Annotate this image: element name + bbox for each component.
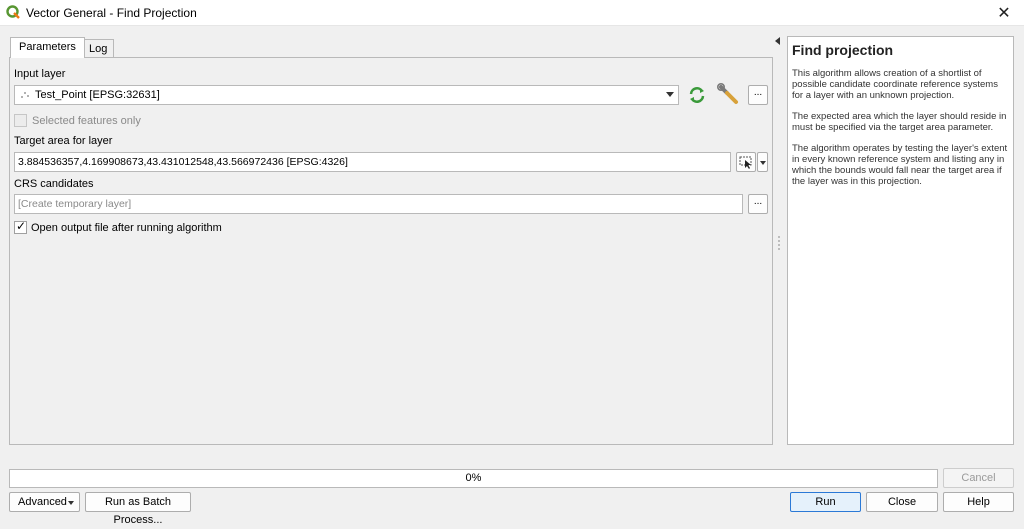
advanced-button-label: Advanced bbox=[18, 496, 67, 508]
input-layer-combo[interactable]: Test_Point [EPSG:32631] bbox=[14, 85, 679, 105]
title-bar: Vector General - Find Projection ✕ bbox=[0, 0, 1024, 26]
chevron-down-icon bbox=[666, 92, 674, 97]
wrench-icon[interactable] bbox=[716, 83, 740, 107]
parameters-panel: Input layer Test_Point [EPSG:32631] ... … bbox=[9, 57, 773, 445]
extent-menu-button[interactable] bbox=[757, 152, 768, 172]
progress-label: 0% bbox=[465, 472, 482, 484]
help-button[interactable]: Help bbox=[943, 492, 1014, 512]
splitter-handle[interactable] bbox=[778, 236, 780, 250]
chevron-down-icon bbox=[760, 161, 766, 165]
run-button[interactable]: Run bbox=[790, 492, 861, 512]
run-batch-button[interactable]: Run as Batch Process... bbox=[85, 492, 191, 526]
collapse-help-arrow-icon[interactable] bbox=[775, 37, 780, 45]
progress-bar: 0% bbox=[9, 469, 938, 488]
advanced-button[interactable]: Advanced bbox=[9, 492, 80, 512]
selected-only-label: Selected features only bbox=[32, 115, 141, 127]
target-area-label: Target area for layer bbox=[14, 135, 113, 147]
input-layer-label: Input layer bbox=[14, 68, 66, 80]
close-button[interactable]: Close bbox=[866, 492, 938, 512]
selected-only-checkbox[interactable] bbox=[14, 114, 27, 127]
window-title: Vector General - Find Projection bbox=[26, 6, 197, 20]
close-window-button[interactable]: ✕ bbox=[994, 3, 1014, 23]
point-layer-icon bbox=[21, 92, 29, 98]
crs-candidates-label: CRS candidates bbox=[14, 178, 94, 190]
target-area-input[interactable]: 3.884536357,4.169908673,43.431012548,43.… bbox=[14, 152, 731, 172]
map-extent-cursor-icon bbox=[739, 156, 752, 169]
cancel-button[interactable]: Cancel bbox=[943, 468, 1014, 488]
open-output-label: Open output file after running algorithm bbox=[31, 222, 222, 234]
extent-picker-button[interactable] bbox=[736, 152, 756, 172]
help-title: Find projection bbox=[792, 42, 894, 58]
help-paragraph: The expected area which the layer should… bbox=[792, 111, 1007, 133]
help-paragraph: This algorithm allows creation of a shor… bbox=[792, 68, 998, 101]
chevron-down-icon bbox=[68, 501, 74, 505]
tab-parameters[interactable]: Parameters bbox=[10, 37, 85, 58]
crs-candidates-output[interactable]: [Create temporary layer] bbox=[14, 194, 743, 214]
iterate-refresh-icon[interactable] bbox=[687, 85, 707, 105]
input-layer-value: Test_Point [EPSG:32631] bbox=[35, 89, 160, 101]
tab-log[interactable]: Log bbox=[80, 39, 114, 57]
crs-candidates-options-button[interactable]: ... bbox=[748, 194, 768, 214]
check-icon: ✓ bbox=[16, 219, 27, 233]
open-output-checkbox[interactable]: ✓ bbox=[14, 219, 27, 234]
qgis-logo-icon bbox=[6, 5, 20, 19]
input-layer-options-button[interactable]: ... bbox=[748, 85, 768, 105]
help-paragraph: The algorithm operates by testing the la… bbox=[792, 143, 1008, 187]
help-panel: Find projection This algorithm allows cr… bbox=[787, 36, 1014, 445]
